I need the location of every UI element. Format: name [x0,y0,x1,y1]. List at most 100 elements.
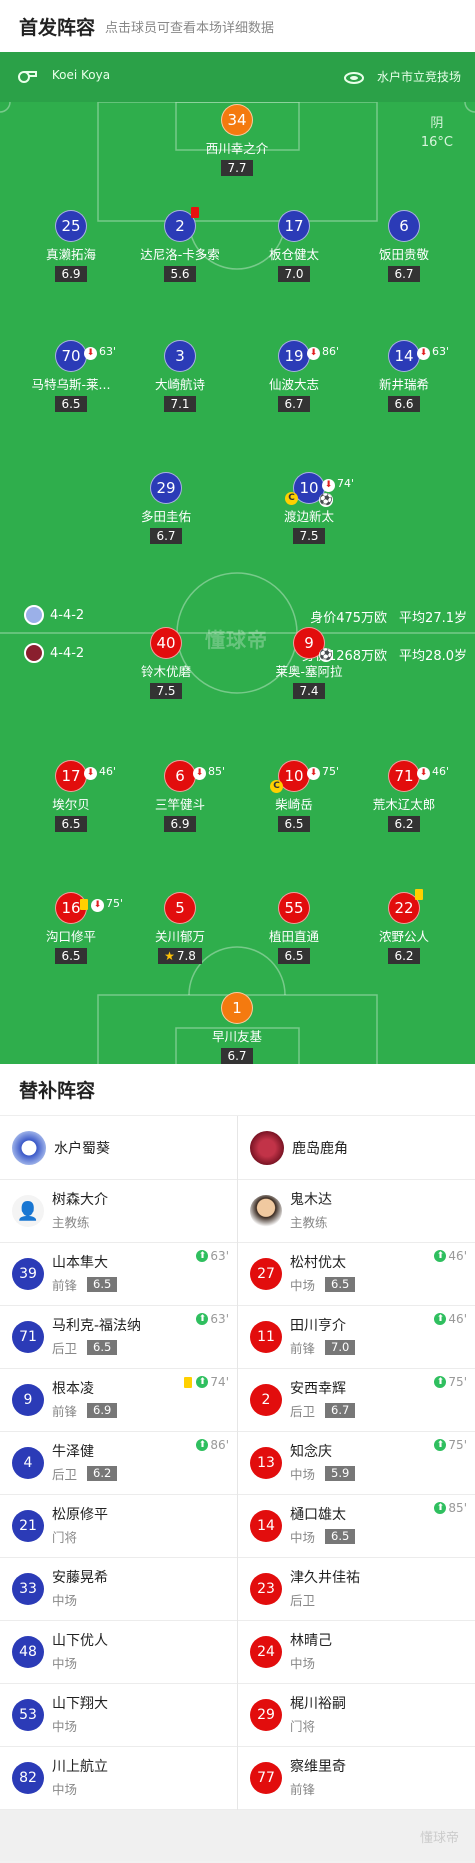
sub-in: ⬆ 63' [196,1249,229,1263]
player-away[interactable]: 9 ⚽ 莱奥-塞阿拉 7.4 [264,627,354,699]
sub-player-row[interactable]: 77 察维里奇 前锋 [238,1747,475,1810]
sub-player-row[interactable]: 29 梶川裕嗣 门将 [238,1684,475,1747]
player-rating: 5.6 [164,266,196,282]
player-away[interactable]: 17 ⬇ 46' 埃尔贝 6.5 [26,760,116,832]
player-home[interactable]: 29 多田圭佑 6.7 [121,472,211,544]
player-home[interactable]: 70 ⬇ 63' 马特乌斯-莱... 6.5 [26,340,116,412]
sub-player-row[interactable]: 21 松原修平 门将 [0,1495,237,1558]
player-rating: 7.1 [164,396,196,412]
pitch: Koei Koya 水户市立竞技场 阴 16°C 懂球帝 4-4-2 身价475… [0,52,475,1064]
player-away[interactable]: 10 ⬇ 75' C 柴崎岳 6.5 [249,760,339,832]
player-home[interactable]: 14 ⬇ 63' 新井瑞希 6.6 [359,340,449,412]
sub-player-row[interactable]: 82 川上航立 中场 [0,1747,237,1810]
sub-in: ⬆ 85' [434,1501,467,1515]
sub-player-row[interactable]: 71 马利克-福法纳 后卫 6.5 ⬆ 63' [0,1306,237,1369]
player-home[interactable]: 2 达尼洛-卡多索 5.6 [135,207,225,282]
sub-player-row[interactable]: 23 津久井佳祐 后卫 [238,1558,475,1621]
player-number: 48 [12,1636,44,1668]
sub-player-row[interactable]: 39 山本隼大 前锋 6.5 ⬆ 63' [0,1243,237,1306]
player-info: 田川亨介 前锋 7.0 [290,1317,356,1357]
player-number-circle: 16 ⬇ 75' [55,892,123,924]
player-home[interactable]: 25 真濑拓海 6.9 [26,210,116,282]
referee: Koei Koya [16,68,110,83]
sub-out: ⬇ 63' [417,337,449,367]
player-name: 梶川裕嗣 [290,1696,346,1712]
sub-time: 75' [448,1375,467,1389]
sub-player-row[interactable]: 4 牛泽健 后卫 6.2 ⬆ 86' [0,1432,237,1495]
player-position-line: 后卫 6.7 [290,1401,356,1420]
player-number: 24 [250,1636,282,1668]
sub-time: 85' [448,1501,467,1515]
home-team-header[interactable]: 水户蜀葵 [0,1116,237,1180]
player-position-line: 中场 [52,1716,108,1735]
player-away[interactable]: 55 植田直通 6.5 [249,892,339,964]
sub-player-row[interactable]: 27 松村优太 中场 6.5 ⬆ 46' [238,1243,475,1306]
away-team-header[interactable]: 鹿岛鹿角 [238,1116,475,1180]
sub-player-row[interactable]: 33 安藤晃希 中场 [0,1558,237,1621]
player-number: 27 [250,1258,282,1290]
player-name: 真濑拓海 [45,247,96,262]
home-team-name: 水户蜀葵 [54,1140,110,1157]
player-home[interactable]: 10 ⬇ 74' C ⚽ 渡边新太 7.5 [264,472,354,544]
player-name: 板仓健太 [268,247,319,262]
player-rating: 5.9 [325,1466,356,1481]
player-away[interactable]: 71 ⬇ 46' 荒木辽太郎 6.2 [359,760,449,832]
sub-player-row[interactable]: 14 樋口雄太 中场 6.5 ⬆ 85' [238,1495,475,1558]
player-away-gk[interactable]: 1 早川友基 6.7 [192,992,282,1064]
player-away[interactable]: 5 关川郁万 ★ 7.8 [135,892,225,964]
sub-player-row[interactable]: 48 山下优人 中场 [0,1621,237,1684]
player-rating: 6.5 [325,1277,356,1292]
player-away[interactable]: 16 ⬇ 75' 沟口修平 6.5 [26,892,123,964]
sub-player-row[interactable]: 24 林晴己 中场 [238,1621,475,1684]
player-position-line: 前锋 7.0 [290,1338,356,1357]
home-stats: 身价475万欧 平均27.1岁 [298,607,467,626]
player-info: 安西幸辉后卫 6.7 [290,1380,356,1420]
player-away[interactable]: 22 浓野公人 6.2 [359,889,449,964]
sub-player-row[interactable]: 53 山下翔大 中场 [0,1684,237,1747]
player-name: 松原修平 [52,1507,108,1523]
sub-time: 86' [322,345,340,358]
player-info: 林晴己 中场 [290,1632,332,1672]
coach-info: 树森大介 主教练 [52,1191,108,1231]
player-rating: 6.7 [325,1403,356,1418]
player-number: 4 [12,1447,44,1479]
home-coach[interactable]: 👤 树森大介 主教练 [0,1180,237,1243]
player-name: 根本凌 [52,1381,94,1397]
avatar-placeholder-icon: 👤 [12,1195,44,1227]
player-home[interactable]: 19 ⬇ 86' 仙波大志 6.7 [249,340,339,412]
away-coach[interactable]: 鬼木达 主教练 [238,1180,475,1243]
player-name: 多田圭佑 [140,509,191,524]
player-home-gk[interactable]: 34 西川幸之介 7.7 [192,104,282,176]
player-number: 33 [12,1573,44,1605]
sub-in: ⬆ 75' [434,1438,467,1452]
player-home[interactable]: 3 大崎航诗 7.1 [135,340,225,412]
player-rating: 6.5 [87,1277,118,1292]
sub-player-row[interactable]: 13 知念庆 中场 5.9 ⬆ 75' [238,1432,475,1495]
player-position: 前锋 [52,1278,78,1293]
temperature: 16°C [420,135,453,150]
sub-player-row[interactable]: 2 安西幸辉 后卫 6.7 ⬆ 75' [238,1369,475,1432]
sub-time: 46' [448,1249,467,1263]
away-team-logo-icon [24,643,44,663]
player-name: 大崎航诗 [154,377,205,392]
player-name: 安西幸辉 [290,1381,346,1397]
player-home[interactable]: 6 饭田贵敬 6.7 [359,210,449,282]
player-rating: 7.8 [176,949,196,963]
away-age: 平均28.0岁 [399,649,467,664]
player-rating: 6.2 [388,816,420,832]
player-away[interactable]: 40 铃木优磨 7.5 [121,627,211,699]
sub-player-row[interactable]: 9 根本凌 前锋 6.9 ⬆ 74' [0,1369,237,1432]
sub-player-row[interactable]: 11 田川亨介 前锋 7.0 ⬆ 46' [238,1306,475,1369]
sub-time: 75' [106,897,124,910]
player-info: 马利克-福法纳 后卫 6.5 [52,1317,141,1357]
sub-time: 63' [99,345,117,358]
subs-title: 替补阵容 [0,1064,475,1116]
player-name: 知念庆 [290,1444,332,1460]
player-position: 中场 [290,1530,316,1545]
player-name: 马特乌斯-莱... [31,377,111,392]
whistle-icon [18,70,37,83]
player-away[interactable]: 6 ⬇ 85' 三竿健斗 6.9 [135,760,225,832]
player-rating: 6.7 [221,1048,253,1064]
player-home[interactable]: 17 板仓健太 7.0 [249,210,339,282]
player-name: 浓野公人 [378,929,429,944]
